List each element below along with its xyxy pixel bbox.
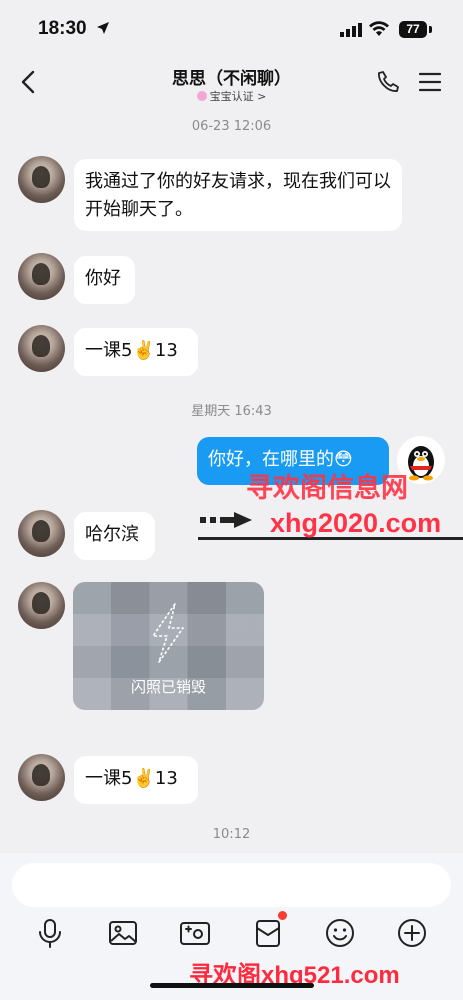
cellular-signal-icon [340,23,362,37]
location-arrow-icon [97,22,109,34]
message-timestamp: 06-23 12:06 [191,119,272,134]
red-packet-icon[interactable] [251,916,285,950]
contact-avatar[interactable] [18,754,65,801]
notification-dot [278,911,287,920]
incoming-message[interactable]: 我通过了你的好友请求，现在我们可以开始聊天了。 [74,159,402,231]
verification-label: 宝宝认证 > [209,90,267,103]
emoji-icon[interactable] [323,916,357,950]
incoming-message[interactable]: 一课5✌️13 [74,328,198,376]
watermark-arrow-icon [200,512,252,528]
contact-avatar[interactable] [18,156,65,203]
contact-avatar[interactable] [18,325,65,372]
incoming-message[interactable]: 一课5✌️13 [74,756,198,804]
watermark-text: 寻欢阁信息网 [246,473,408,503]
microphone-icon[interactable] [33,916,67,950]
message-input[interactable] [12,863,451,907]
lightning-icon [152,603,184,663]
verified-badge-icon [196,91,207,101]
menu-icon[interactable] [419,72,441,92]
battery-tip [429,26,432,33]
home-indicator[interactable] [150,983,314,988]
wifi-icon [369,21,389,36]
flash-photo-label: 闪照已销毁 [130,678,206,696]
camera-icon[interactable] [178,916,212,950]
incoming-message[interactable]: 你好 [74,256,135,304]
incoming-message[interactable]: 哈尔滨 [74,512,155,560]
phone-call-icon[interactable] [377,70,401,94]
contact-avatar[interactable] [18,253,65,300]
message-timestamp: 星期天 16:43 [191,404,272,419]
contact-avatar[interactable] [18,510,65,557]
battery-indicator: 77 [399,21,427,38]
watermark-site: xhg2020.com [270,508,442,538]
message-timestamp: 10:12 [212,827,251,842]
contact-avatar[interactable] [18,582,65,629]
chat-header: 思思（不闲聊） 宝宝认证 > [0,58,463,110]
flash-photo-message[interactable]: 闪照已销毁 [73,582,264,710]
status-time: 18:30 [38,18,87,39]
plus-icon[interactable] [395,916,429,950]
status-bar: 18:30 77 [0,0,463,58]
image-icon[interactable] [106,916,140,950]
